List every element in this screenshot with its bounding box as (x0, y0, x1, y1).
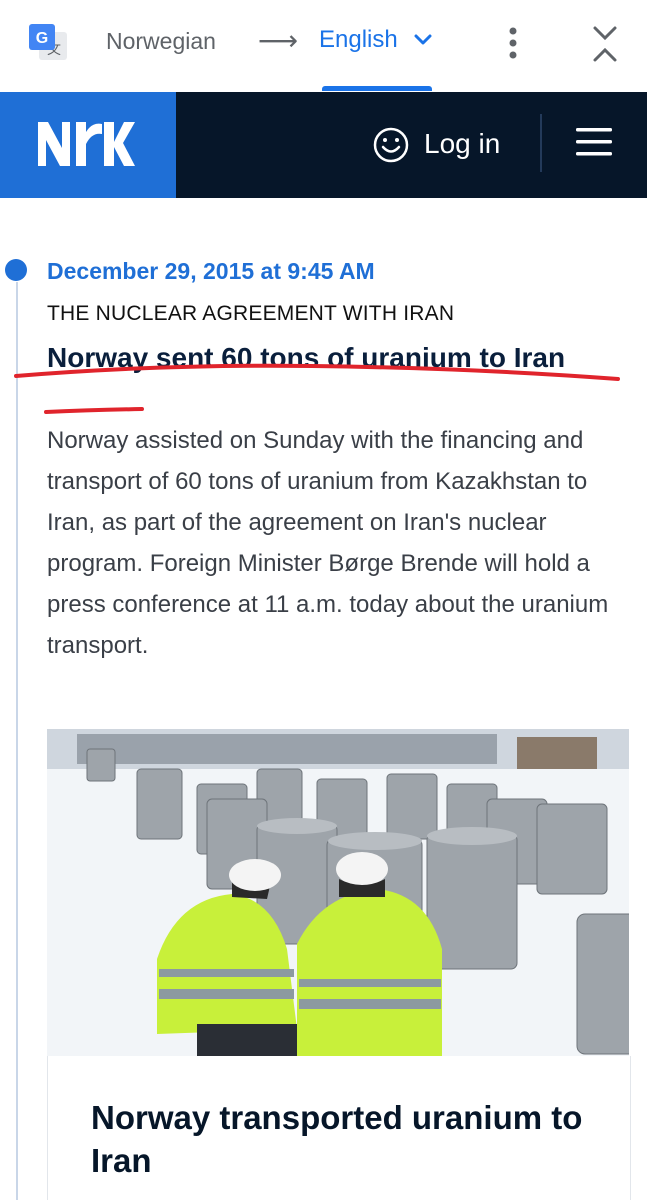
source-language-tab[interactable]: Norwegian (106, 28, 216, 55)
selected-tab-indicator (322, 86, 432, 91)
red-underline-annotation (14, 363, 620, 414)
article-date: December 29, 2015 at 9:45 AM (47, 258, 375, 284)
header-divider (540, 114, 542, 172)
collapse-icon[interactable] (590, 24, 620, 64)
more-vert-icon[interactable] (504, 26, 522, 60)
login-label: Log in (424, 128, 501, 159)
card-title: Norway transported uranium to Iran (91, 1099, 583, 1179)
translate-bar: 文 G Norwegian ⟶ English (0, 0, 647, 92)
nrk-logo (38, 122, 135, 166)
article-lead: Norway assisted on Sunday with the finan… (47, 427, 609, 659)
chevron-down-icon[interactable] (414, 34, 432, 46)
article-card[interactable]: Norway transported uranium to Iran (47, 1056, 631, 1200)
smiley-icon (373, 127, 409, 163)
google-translate-icon[interactable]: 文 G (29, 24, 69, 62)
svg-text:G: G (36, 30, 48, 47)
timeline-dot (5, 259, 27, 281)
article-photo[interactable] (47, 729, 629, 1056)
hamburger-menu-icon[interactable] (576, 128, 612, 156)
site-header: Log in (0, 92, 647, 198)
nrk-logo-link[interactable] (0, 92, 176, 198)
article-kicker: THE NUCLEAR AGREEMENT WITH IRAN (47, 302, 455, 325)
arrow-right-icon: ⟶ (258, 25, 299, 56)
target-language-tab[interactable]: English (319, 26, 398, 54)
